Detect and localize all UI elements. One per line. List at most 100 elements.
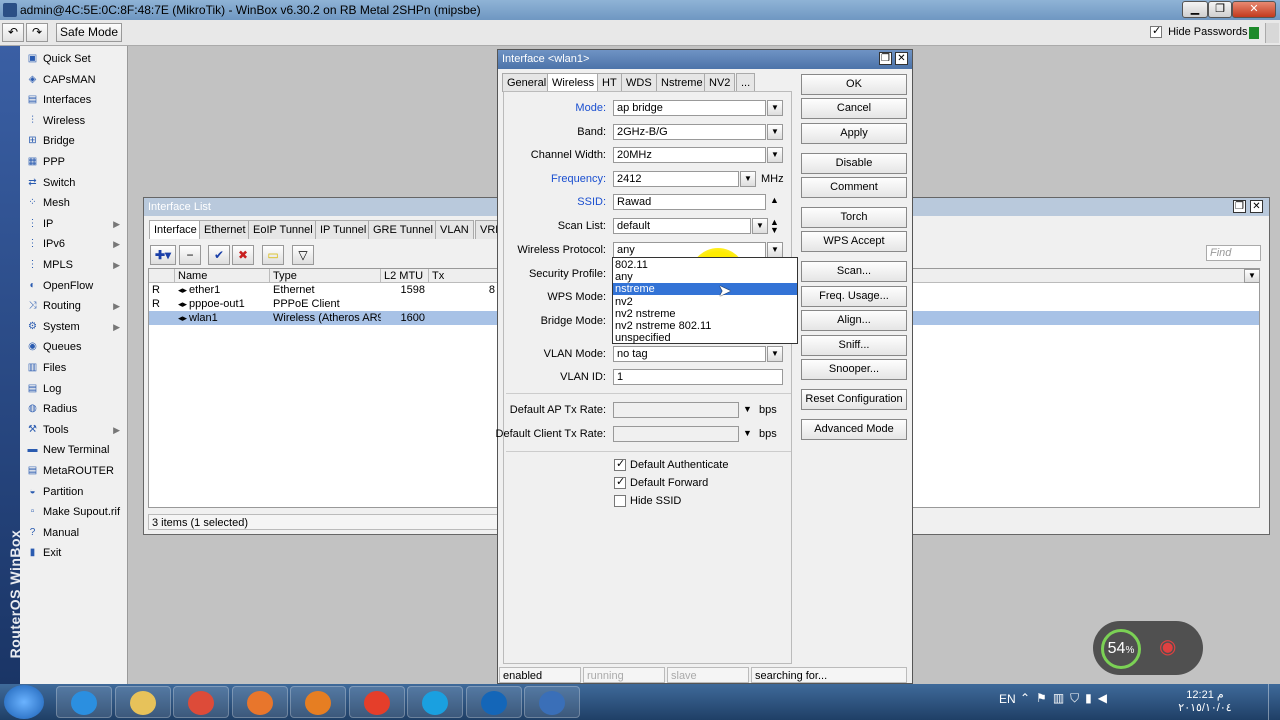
freq-usage-button[interactable]: Freq. Usage... [801, 286, 907, 307]
tab-interface[interactable]: Interface [149, 220, 202, 239]
language-indicator[interactable]: EN [999, 692, 1016, 706]
channel-width-dropdown-icon[interactable]: ▼ [767, 147, 783, 163]
sidebar-item-manual[interactable]: ? Manual [24, 523, 126, 543]
remove-icon[interactable]: − [179, 245, 201, 265]
frequency-dropdown-icon[interactable]: ▼ [740, 171, 756, 187]
snooper-button[interactable]: Snooper... [801, 359, 907, 380]
file-explorer-taskbar-button[interactable] [114, 686, 171, 718]
type-column-header[interactable]: Type [270, 269, 381, 283]
sidebar-item-new-terminal[interactable]: ▬ New Terminal [24, 440, 126, 460]
undo-icon[interactable]: ↶ [2, 23, 24, 42]
sidebar-item-openflow[interactable]: ◐ OpenFlow [24, 276, 126, 296]
checkbox-box[interactable] [614, 495, 626, 508]
sidebar-item-ipv6[interactable]: ⋮ IPv6 ▶ [24, 234, 126, 254]
vlan-id-input[interactable]: 1 [613, 369, 783, 385]
tab-nstreme[interactable]: Nstreme [656, 73, 708, 92]
reset-configuration-button[interactable]: Reset Configuration [801, 389, 907, 410]
firefox-taskbar-button[interactable] [231, 686, 288, 718]
minimize-button[interactable]: ▁ [1182, 1, 1208, 18]
hide-passwords-toggle[interactable]: Hide Passwords [1150, 24, 1248, 39]
sniff-button[interactable]: Sniff... [801, 335, 907, 356]
torch-browser-taskbar-button[interactable] [348, 686, 405, 718]
toolbar-scrollbar[interactable] [1265, 23, 1279, 43]
checkbox-default-forward[interactable]: Default Forward [614, 475, 708, 490]
advanced-mode-button[interactable]: Advanced Mode [801, 419, 907, 440]
tab-wds[interactable]: WDS [621, 73, 657, 92]
wireless-protocol-select[interactable]: any [613, 242, 766, 258]
sidebar-item-capsman[interactable]: ◈ CAPsMAN [24, 70, 126, 90]
torch-button[interactable]: Torch [801, 207, 907, 228]
checkbox-default-authenticate[interactable]: Default Authenticate [614, 457, 728, 472]
tab-general[interactable]: General [502, 73, 552, 92]
hide-passwords-checkbox[interactable] [1150, 24, 1162, 39]
clock[interactable]: 12:21 م ٢٠١٥/١٠/٠٤ [1170, 688, 1240, 714]
close-icon[interactable]: ✕ [895, 52, 908, 65]
sidebar-item-routing[interactable]: ⤨ Routing ▶ [24, 296, 126, 316]
tab-ht[interactable]: HT [597, 73, 622, 92]
add-icon[interactable]: ✚▾ [150, 245, 176, 265]
scan-list-updown-icon[interactable]: ▲ ▼ [770, 218, 779, 235]
mode-select[interactable]: ap bridge [613, 100, 766, 116]
default-client-tx-rate-input[interactable] [613, 426, 739, 442]
sidebar-item-mpls[interactable]: ⋮ MPLS ▶ [24, 255, 126, 275]
dropdown-option-nstreme[interactable]: nstreme [613, 283, 797, 296]
sidebar-item-ppp[interactable]: ▦ PPP [24, 152, 126, 172]
columns-dropdown-icon[interactable]: ▼ [1244, 269, 1260, 283]
ssid-collapse-icon[interactable]: ▲ [770, 195, 779, 205]
sidebar-item-files[interactable]: ▥ Files [24, 358, 126, 378]
chrome-taskbar-button[interactable] [173, 686, 229, 718]
name-column-header[interactable]: Name [175, 269, 270, 283]
default-ap-tx-rate-input[interactable] [613, 402, 739, 418]
sidebar-item-ip[interactable]: ⋮ IP ▶ [24, 214, 126, 234]
frequency-select[interactable]: 2412 [613, 171, 739, 187]
wireless-protocol-dropdown-list[interactable]: 802.11 any nstreme nv2 nv2 nstreme nv2 nstrem… [612, 257, 798, 344]
dropdown-option-802-11[interactable]: 802.11 [613, 259, 797, 271]
disable-icon[interactable]: ✖ [232, 245, 254, 265]
band-dropdown-icon[interactable]: ▼ [767, 124, 783, 140]
checkbox-box[interactable] [614, 457, 626, 472]
l2mtu-column-header[interactable]: L2 MTU [381, 269, 429, 283]
scan-button[interactable]: Scan... [801, 261, 907, 282]
dropdown-option-nv2-nstreme[interactable]: nv2 nstreme [613, 308, 797, 320]
checkbox-hide-ssid[interactable]: Hide SSID [614, 495, 681, 508]
dropdown-option-any[interactable]: any [613, 271, 797, 283]
vlan-mode-dropdown-icon[interactable]: ▼ [767, 346, 783, 362]
tab-wireless[interactable]: Wireless [547, 73, 600, 92]
tab-ip-tunnel[interactable]: IP Tunnel [315, 220, 372, 239]
apply-button[interactable]: Apply [801, 123, 907, 144]
tab-nv2[interactable]: NV2 [704, 73, 736, 92]
comment-icon[interactable]: ▭ [262, 245, 284, 265]
dropdown-option-nv2[interactable]: nv2 [613, 296, 797, 308]
teamviewer-taskbar-button[interactable] [465, 686, 522, 718]
wireless-protocol-dropdown-icon[interactable]: ▼ [767, 242, 783, 258]
scan-list-select[interactable]: default [613, 218, 751, 234]
close-icon[interactable]: ✕ [1250, 200, 1263, 213]
restore-icon[interactable]: ❐ [879, 52, 892, 65]
tab-eoip-tunnel[interactable]: EoIP Tunnel [248, 220, 318, 239]
default-client-tx-rate-dropdown-icon[interactable]: ▼ [743, 428, 752, 438]
sidebar-item-make-supout-rif[interactable]: ▫ Make Supout.rif [24, 502, 126, 522]
sidebar-item-radius[interactable]: ◍ Radius [24, 399, 126, 419]
show-desktop-button[interactable] [1268, 684, 1280, 720]
sidebar-item-partition[interactable]: ◒ Partition [24, 482, 126, 502]
skype-taskbar-button[interactable] [407, 686, 463, 718]
band-select[interactable]: 2GHz-B/G [613, 124, 766, 140]
mode-dropdown-icon[interactable]: ▼ [767, 100, 783, 116]
winbox-taskbar-button[interactable] [524, 686, 580, 718]
ok-button[interactable]: OK [801, 74, 907, 95]
find-input[interactable]: Find [1206, 245, 1261, 261]
sidebar-item-switch[interactable]: ⇄ Switch [24, 173, 126, 193]
filter-icon[interactable]: ▽ [292, 245, 314, 265]
vlan-mode-select[interactable]: no tag [613, 346, 766, 362]
sidebar-item-exit[interactable]: ▮ Exit [24, 543, 126, 563]
channel-width-select[interactable]: 20MHz [613, 147, 766, 163]
default-ap-tx-rate-dropdown-icon[interactable]: ▼ [743, 404, 752, 414]
network-usage-widget[interactable]: 54% ◉ [1093, 621, 1203, 675]
dropdown-option-unspecified[interactable]: unspecified [613, 332, 797, 344]
safe-mode-button[interactable]: Safe Mode [56, 23, 122, 42]
sidebar-item-wireless[interactable]: ⫶ Wireless [24, 111, 126, 131]
tab-more[interactable]: ... [736, 73, 756, 92]
align-button[interactable]: Align... [801, 310, 907, 331]
disable-button[interactable]: Disable [801, 153, 907, 174]
sidebar-item-bridge[interactable]: ⊞ Bridge [24, 131, 126, 151]
